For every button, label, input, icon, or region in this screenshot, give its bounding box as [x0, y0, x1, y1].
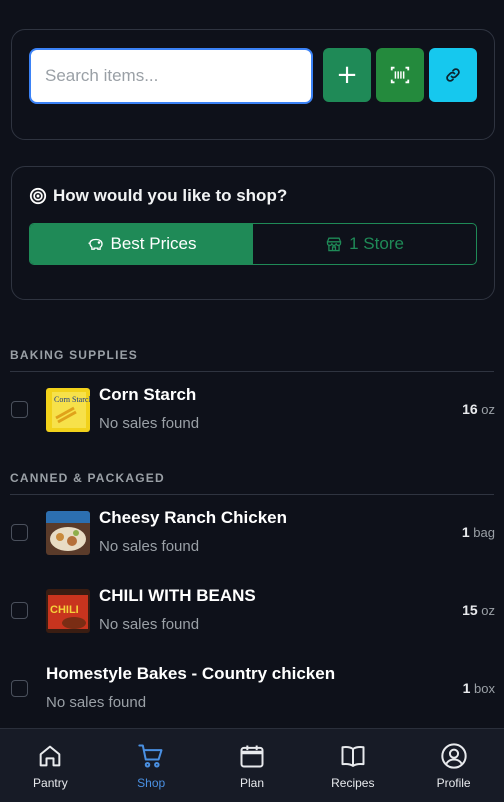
list-item: Cheesy Ranch Chicken No sales found 1 ba… [0, 502, 504, 564]
qty-unit: oz [481, 402, 495, 417]
section-header-canned: CANNED & PACKAGED [10, 471, 494, 495]
qty-value: 1 [461, 524, 470, 540]
target-icon [29, 187, 47, 205]
add-item-button[interactable]: + [323, 48, 371, 102]
nav-item-recipes[interactable]: Recipes [302, 729, 403, 802]
item-quantity: 1 box [463, 680, 495, 696]
qty-unit: box [474, 681, 495, 696]
book-icon [341, 746, 365, 767]
nav-label: Profile [436, 776, 471, 790]
item-name[interactable]: Homestyle Bakes - Country chicken [46, 664, 335, 684]
section-header-baking: BAKING SUPPLIES [10, 348, 494, 372]
shop-page: + H [0, 0, 504, 802]
qty-value: 15 [462, 602, 478, 618]
nav-label: Shop [137, 776, 166, 790]
item-status: No sales found [99, 415, 200, 432]
search-input[interactable] [29, 48, 313, 104]
item-checkbox[interactable] [11, 401, 28, 418]
nav-item-plan[interactable]: Plan [202, 729, 303, 802]
bottom-nav: Pantry Shop Plan Recipes Profile [0, 728, 504, 802]
link-icon [446, 68, 460, 82]
item-status: No sales found [99, 538, 200, 555]
home-icon [40, 745, 61, 767]
link-button[interactable] [429, 48, 477, 102]
chili-thumbnail: CHILI [46, 589, 90, 633]
shop-mode-question: How would you like to shop? [53, 186, 288, 205]
corn-starch-thumbnail: Corn Starch [46, 388, 90, 432]
best-prices-option[interactable]: Best Prices [30, 224, 253, 264]
list-item: Homestyle Bakes - Country chicken No sal… [0, 658, 504, 720]
qty-unit: bag [473, 525, 495, 540]
ranch-chicken-thumbnail [46, 511, 90, 555]
item-name[interactable]: Cheesy Ranch Chicken [99, 508, 287, 528]
one-store-label: 1 Store [349, 234, 404, 253]
item-name[interactable]: CHILI WITH BEANS [99, 586, 256, 606]
cart-icon [138, 744, 163, 768]
nav-item-shop[interactable]: Shop [101, 729, 202, 802]
piggy-bank-icon [88, 238, 103, 250]
item-status: No sales found [46, 694, 147, 711]
one-store-option[interactable]: 1 Store [253, 224, 476, 264]
item-status: No sales found [99, 616, 200, 633]
shop-mode-card: How would you like to shop? Best Prices … [11, 166, 495, 300]
nav-label: Recipes [331, 776, 375, 790]
barcode-scan-icon [390, 66, 410, 84]
shop-mode-title: How would you like to shop? [29, 186, 287, 206]
item-checkbox[interactable] [11, 524, 28, 541]
scan-barcode-button[interactable] [376, 48, 424, 102]
svg-text:Corn Starch: Corn Starch [54, 395, 90, 404]
item-name[interactable]: Corn Starch [99, 385, 196, 405]
qty-unit: oz [481, 603, 495, 618]
shop-mode-toggle: Best Prices 1 Store [29, 223, 477, 265]
svg-text:CHILI: CHILI [50, 604, 79, 616]
qty-value: 16 [462, 401, 478, 417]
plus-icon: + [336, 60, 358, 90]
item-quantity: 1 bag [462, 524, 495, 540]
qty-value: 1 [462, 680, 471, 696]
calendar-icon [240, 745, 264, 768]
nav-item-profile[interactable]: Profile [403, 729, 504, 802]
search-card: + [11, 29, 495, 140]
store-icon [326, 237, 342, 252]
item-checkbox[interactable] [11, 602, 28, 619]
best-prices-label: Best Prices [110, 234, 197, 253]
user-icon [440, 743, 467, 769]
item-quantity: 16 oz [462, 401, 495, 417]
item-checkbox[interactable] [11, 680, 28, 697]
nav-item-pantry[interactable]: Pantry [0, 729, 101, 802]
nav-label: Pantry [33, 776, 68, 790]
item-quantity: 15 oz [462, 602, 495, 618]
nav-label: Plan [239, 776, 264, 790]
list-item: CHILI CHILI WITH BEANS No sales found 15… [0, 580, 504, 642]
list-item: Corn Starch Corn Starch No sales found 1… [0, 379, 504, 441]
